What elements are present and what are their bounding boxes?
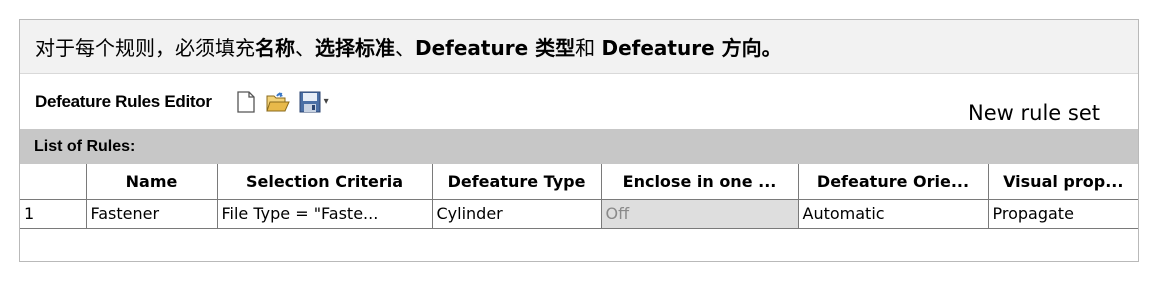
new-file-icon[interactable]: [234, 90, 258, 114]
column-header-visual-properties[interactable]: Visual prop...: [987, 164, 1138, 200]
column-header-selection-criteria[interactable]: Selection Criteria: [216, 164, 433, 200]
instruction-text: 对于每个规则，必须填充名称、选择标准、Defeature 类型和 Defeatu…: [35, 36, 782, 60]
instruction-note: 对于每个规则，必须填充名称、选择标准、Defeature 类型和 Defeatu…: [20, 20, 1138, 74]
save-options-dropdown[interactable]: ▾: [324, 96, 329, 107]
column-header-index: [20, 164, 87, 200]
column-header-enclose[interactable]: Enclose in one ...: [600, 164, 799, 200]
cell-visual-properties[interactable]: Propagate: [987, 198, 1138, 229]
list-of-rules-header: List of Rules:: [20, 129, 1138, 164]
table-header-row: Name Selection Criteria Defeature Type E…: [20, 164, 1138, 200]
cell-enclose: Off: [600, 198, 799, 229]
open-folder-icon[interactable]: [265, 90, 290, 114]
rules-table: Name Selection Criteria Defeature Type E…: [20, 164, 1138, 229]
row-index: 1: [20, 198, 87, 229]
cell-name[interactable]: Fastener: [85, 198, 218, 229]
save-icon[interactable]: [298, 90, 322, 114]
defeature-rules-panel: 对于每个规则，必须填充名称、选择标准、Defeature 类型和 Defeatu…: [19, 19, 1139, 262]
cell-defeature-type[interactable]: Cylinder: [431, 198, 602, 229]
editor-title: Defeature Rules Editor: [35, 91, 212, 111]
editor-toolbar: Defeature Rules Editor ▾ New rule set: [20, 74, 1138, 129]
column-header-orientation[interactable]: Defeature Orie...: [797, 164, 989, 200]
cell-selection-criteria[interactable]: File Type = "Faste...: [216, 198, 433, 229]
column-header-defeature-type[interactable]: Defeature Type: [431, 164, 602, 200]
table-row[interactable]: 1 Fastener File Type = "Faste... Cylinde…: [20, 198, 1138, 229]
cell-orientation[interactable]: Automatic: [797, 198, 989, 229]
rule-set-name: New rule set: [968, 101, 1100, 125]
column-header-name[interactable]: Name: [85, 164, 218, 200]
